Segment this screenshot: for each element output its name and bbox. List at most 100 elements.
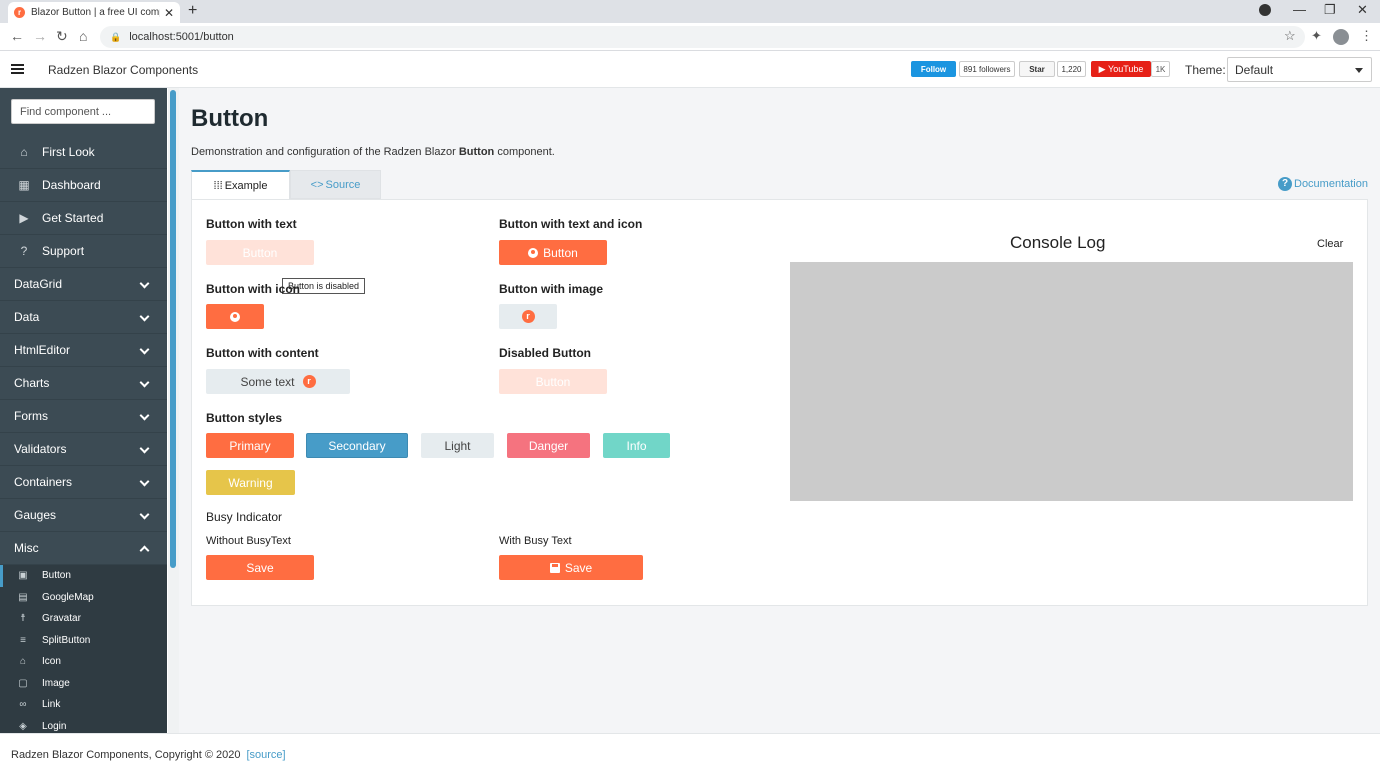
scrollbar-thumb[interactable]: [170, 90, 176, 568]
main-content: Button Demonstration and configuration o…: [179, 88, 1380, 733]
danger-button[interactable]: Danger: [507, 433, 590, 458]
sidebar-item-label: Login: [42, 720, 67, 732]
component-search-input[interactable]: Find component ...: [11, 99, 155, 124]
text-icon-button[interactable]: Button: [499, 240, 607, 265]
lock-icon: 🔒: [110, 31, 122, 42]
twitter-followers-count[interactable]: 891 followers: [959, 61, 1015, 77]
sidebar-item-icon[interactable]: ⌂ Icon: [0, 651, 167, 673]
primary-button[interactable]: Primary: [206, 433, 294, 458]
twitter-follow-button[interactable]: Follow: [911, 61, 956, 77]
sidebar-item-label: Link: [42, 699, 61, 711]
sidebar-item-label: SplitButton: [42, 634, 91, 646]
section-heading: Button with text and icon: [499, 217, 643, 231]
browser-tab[interactable]: r Blazor Button | a free UI compon ✕: [8, 2, 180, 23]
sidebar-item-label: Icon: [42, 656, 61, 668]
back-icon[interactable]: ←: [10, 28, 24, 44]
chevron-down-icon: [1355, 68, 1363, 73]
save-icon: [549, 562, 560, 573]
sidebar-item-gravatar[interactable]: ☨ Gravatar: [0, 608, 167, 630]
url-text: localhost:5001/button: [129, 31, 234, 43]
sidebar-item-label: Button: [42, 570, 71, 582]
grid-icon: ⁞⁞⁞: [213, 179, 223, 192]
forward-icon[interactable]: →: [33, 28, 47, 44]
sidebar-group-containers[interactable]: Containers: [0, 466, 167, 499]
reload-icon[interactable]: ↻: [56, 28, 68, 45]
sidebar-item-dashboard[interactable]: ▦ Dashboard: [0, 169, 167, 202]
save-button[interactable]: Save: [206, 555, 314, 580]
sidebar-item-link[interactable]: ∞ Link: [0, 694, 167, 716]
subsection-heading: Without BusyText: [206, 535, 291, 547]
sidebar-group-datagrid[interactable]: DataGrid: [0, 268, 167, 301]
close-window-button[interactable]: ✕: [1357, 2, 1368, 18]
github-star-button[interactable]: Star: [1019, 61, 1055, 77]
help-icon: ?: [20, 244, 28, 258]
github-star-label: Star: [1029, 64, 1045, 74]
button-label: Save: [564, 560, 593, 575]
theme-dropdown[interactable]: Default: [1227, 57, 1372, 82]
sidebar-item-label: Dashboard: [42, 178, 101, 192]
disabled-button[interactable]: Button: [499, 369, 607, 394]
sidebar-item-googlemap[interactable]: ▤ GoogleMap: [0, 587, 167, 609]
browser-menu-icon[interactable]: ⋮: [1360, 28, 1373, 44]
console-clear-button[interactable]: Clear: [1317, 238, 1343, 250]
example-card: Button with text Button Button is disabl…: [191, 199, 1368, 606]
sidebar-group-misc[interactable]: Misc: [0, 532, 167, 565]
content-button[interactable]: Some text r: [206, 369, 350, 394]
secondary-button[interactable]: Secondary: [306, 433, 408, 458]
bank-icon: ⌂: [19, 656, 27, 668]
app-header: Radzen Blazor Components Follow 891 foll…: [0, 51, 1380, 88]
sidebar-item-first-look[interactable]: ⌂ First Look: [0, 136, 167, 169]
hamburger-menu-icon[interactable]: [11, 64, 24, 74]
account-circle-icon: [230, 311, 240, 322]
sidebar-item-get-started[interactable]: ▶ Get Started: [0, 202, 167, 235]
info-button[interactable]: Info: [603, 433, 670, 458]
sidebar-item-support[interactable]: ? Support: [0, 235, 167, 268]
tab-example[interactable]: ⁞⁞⁞ Example: [191, 170, 290, 199]
tab-source[interactable]: <> Source: [290, 170, 381, 199]
section-heading: Disabled Button: [499, 346, 591, 360]
sidebar-item-image[interactable]: ▢ Image: [0, 673, 167, 695]
maximize-button[interactable]: ❐: [1324, 2, 1336, 18]
sidebar-item-button[interactable]: ▣ Button: [0, 565, 167, 587]
new-tab-button[interactable]: +: [188, 2, 197, 20]
person-icon: ☨: [20, 613, 26, 625]
footer-source-link[interactable]: [source]: [246, 749, 285, 761]
desc-text-end: component.: [494, 146, 555, 158]
sidebar-group-validators[interactable]: Validators: [0, 433, 167, 466]
radzen-logo-icon: r: [302, 375, 316, 388]
close-tab-icon[interactable]: ✕: [164, 6, 174, 20]
documentation-link[interactable]: ? Documentation: [1278, 177, 1368, 191]
minimize-button[interactable]: —: [1293, 2, 1306, 17]
map-icon: ▤: [18, 591, 28, 603]
sidebar-group-htmleditor[interactable]: HtmlEditor: [0, 334, 167, 367]
github-star-count[interactable]: 1,220: [1057, 61, 1086, 77]
profile-avatar[interactable]: [1333, 29, 1349, 45]
sidebar-item-login[interactable]: ◈ Login: [0, 716, 167, 734]
sidebar-scrollbar[interactable]: [168, 88, 179, 733]
documentation-label: Documentation: [1294, 178, 1368, 190]
light-button[interactable]: Light: [421, 433, 494, 458]
extensions-icon[interactable]: ✦: [1311, 28, 1322, 44]
subsection-heading: With Busy Text: [499, 535, 572, 547]
section-heading: Button with content: [206, 346, 319, 360]
youtube-count[interactable]: 1K: [1151, 61, 1170, 77]
sidebar-group-charts[interactable]: Charts: [0, 367, 167, 400]
url-field[interactable]: 🔒 localhost:5001/button: [100, 26, 1305, 48]
save-busy-button[interactable]: Save: [499, 555, 643, 580]
home-browser-icon[interactable]: ⌂: [79, 28, 87, 44]
list-icon: ≡: [20, 634, 26, 646]
warning-button[interactable]: Warning: [206, 470, 295, 495]
image-button[interactable]: r: [499, 304, 557, 329]
youtube-button[interactable]: ▶ YouTube: [1091, 61, 1151, 77]
bookmark-star-icon[interactable]: ☆: [1284, 28, 1296, 44]
section-heading: Button with icon: [206, 282, 300, 296]
console-log-title: Console Log: [1010, 233, 1106, 252]
sidebar-group-forms[interactable]: Forms: [0, 400, 167, 433]
disabled-text-button[interactable]: Button: [206, 240, 314, 265]
sidebar-group-gauges[interactable]: Gauges: [0, 499, 167, 532]
sidebar-item-splitbutton[interactable]: ≡ SplitButton: [0, 630, 167, 652]
profile-dropdown-icon[interactable]: [1259, 4, 1271, 16]
page-title: Button: [191, 105, 269, 132]
sidebar-group-data[interactable]: Data: [0, 301, 167, 334]
icon-button[interactable]: [206, 304, 264, 329]
